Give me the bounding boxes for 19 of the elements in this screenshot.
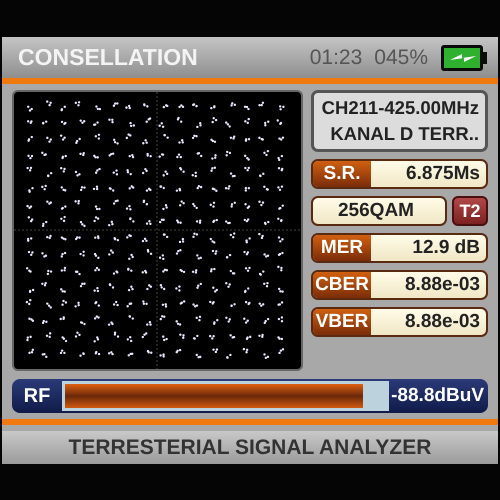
clock-time: 01:23: [310, 46, 362, 70]
battery-percent: 045%: [374, 46, 428, 70]
battery-icon: [440, 44, 488, 72]
modulation-value: 256QAM: [336, 199, 416, 223]
measurement-value: 12.9 dB: [411, 236, 481, 260]
measurement-value: 8.88e-03: [404, 273, 481, 297]
measurement-label: MER: [313, 235, 371, 261]
screen-title: CONSELLATION: [18, 44, 199, 71]
measurement-label: S.R.: [313, 161, 371, 187]
channel-name: KANAL D TERR..: [330, 123, 479, 145]
footer-title: TERRESTERIAL SIGNAL ANALYZER: [68, 436, 432, 460]
measurement-label: VBER: [313, 309, 371, 335]
channel-frequency: CH211-425.00MHz: [322, 97, 479, 119]
standard-badge: T2: [452, 196, 488, 226]
rf-reading: -88.8dBuV: [391, 385, 484, 407]
rf-label: RF: [22, 384, 52, 408]
measurement-value: 8.88e-03: [404, 310, 481, 334]
measurement-value: 6.875Ms: [405, 162, 481, 186]
measurement-label: CBER: [313, 272, 371, 298]
